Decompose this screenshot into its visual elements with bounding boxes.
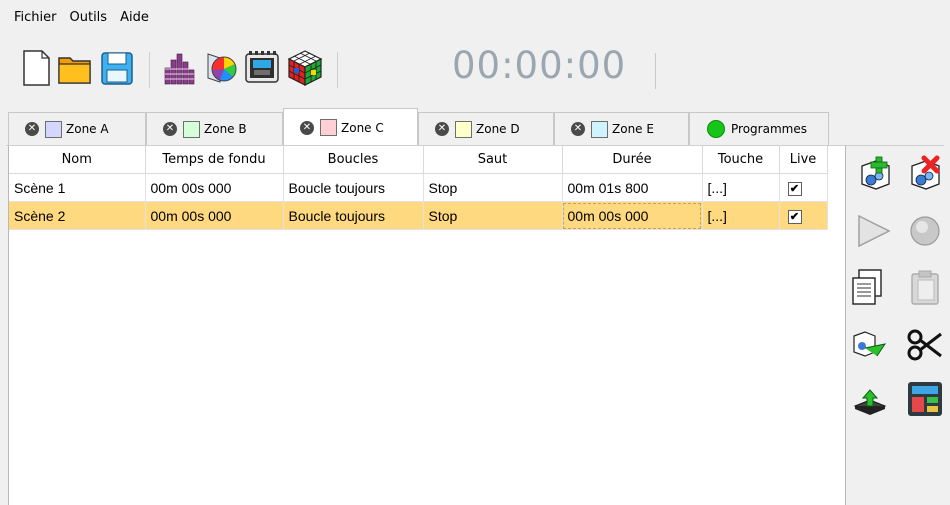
tab-label: Zone A (66, 122, 109, 136)
menu-outils[interactable]: Outils (70, 10, 108, 25)
column-header-nom[interactable]: Nom (9, 146, 146, 174)
device-icon[interactable] (243, 48, 281, 88)
menu-fichier[interactable]: Fichier (14, 10, 57, 25)
zone-color-swatch (455, 120, 472, 138)
tab-zone-b[interactable]: ✕ Zone B (146, 112, 283, 145)
close-tab-icon[interactable]: ✕ (163, 122, 177, 136)
cell-saut[interactable]: Stop (423, 173, 563, 202)
column-header-boucles[interactable]: Boucles (283, 146, 424, 174)
toolbar-separator (337, 52, 338, 88)
status-dot-icon (707, 120, 725, 138)
zone-color-swatch (45, 120, 62, 138)
add-scene-icon[interactable] (856, 154, 894, 192)
cell-fondu[interactable]: 00m 00s 000 (145, 173, 284, 202)
close-tab-icon[interactable]: ✕ (571, 122, 585, 136)
tab-label: Zone B (204, 122, 247, 136)
cut-icon[interactable] (906, 326, 944, 364)
close-tab-icon[interactable]: ✕ (435, 122, 449, 136)
column-header-saut[interactable]: Saut (423, 146, 563, 174)
upload-chip-icon[interactable] (851, 380, 889, 418)
open-folder-icon[interactable] (56, 48, 94, 88)
tab-label: Zone C (341, 120, 384, 135)
tab-zone-d[interactable]: ✕ Zone D (418, 112, 554, 145)
table-row-selected[interactable]: Scène 2 00m 00s 000 Boucle toujours Stop… (9, 201, 828, 230)
cell-live: ✔ (779, 201, 828, 230)
table-row[interactable]: Scène 1 00m 00s 000 Boucle toujours Stop… (9, 173, 828, 202)
toolbar-separator (149, 52, 150, 88)
tab-programmes[interactable]: Programmes (689, 112, 829, 145)
tab-zone-a[interactable]: ✕ Zone A (8, 112, 146, 145)
copy-icon[interactable] (851, 268, 889, 306)
new-file-icon[interactable] (16, 48, 54, 88)
zone-color-swatch (591, 120, 608, 138)
cell-nom[interactable]: Scène 1 (9, 173, 146, 202)
live-checkbox[interactable]: ✔ (787, 182, 802, 196)
column-header-live[interactable]: Live (779, 146, 828, 174)
cell-touche[interactable]: [...] (702, 201, 780, 230)
close-tab-icon[interactable]: ✕ (25, 122, 39, 136)
zone-color-swatch (183, 120, 200, 138)
tab-label: Zone D (476, 122, 520, 136)
cell-boucles[interactable]: Boucle toujours (283, 173, 424, 202)
tab-label: Programmes (731, 122, 807, 136)
tab-zone-c[interactable]: ✕ Zone C (283, 108, 418, 146)
column-header-duree[interactable]: Durée (562, 146, 703, 174)
play-icon[interactable] (856, 212, 894, 250)
color-wheel-icon[interactable] (200, 48, 238, 88)
column-header-fondu[interactable]: Temps de fondu (145, 146, 284, 174)
tab-zone-e[interactable]: ✕ Zone E (554, 112, 689, 145)
timer-display: 00:00:00 (452, 44, 627, 87)
table-header-row: Nom Temps de fondu Boucles Saut Durée To… (9, 146, 828, 174)
scenes-table-panel: Nom Temps de fondu Boucles Saut Durée To… (8, 146, 846, 505)
link-scene-icon[interactable] (851, 326, 889, 364)
layout-icon[interactable] (906, 380, 944, 418)
cell-touche[interactable]: [...] (702, 173, 780, 202)
menu-aide[interactable]: Aide (120, 10, 149, 25)
cell-nom[interactable]: Scène 2 (9, 201, 146, 230)
zone-color-swatch (320, 119, 337, 136)
save-icon[interactable] (98, 48, 136, 88)
close-tab-icon[interactable]: ✕ (300, 120, 314, 135)
paste-icon[interactable] (906, 268, 944, 306)
tab-label: Zone E (612, 122, 654, 136)
toolbar-separator (655, 53, 656, 89)
equalizer-icon[interactable] (160, 48, 198, 88)
live-checkbox[interactable]: ✔ (787, 210, 802, 224)
remove-scene-icon[interactable] (906, 154, 944, 192)
column-header-touche[interactable]: Touche (702, 146, 780, 174)
scenes-table: Nom Temps de fondu Boucles Saut Durée To… (9, 146, 828, 230)
record-icon[interactable] (906, 212, 944, 250)
cell-duree[interactable]: 00m 00s 000 (562, 201, 703, 230)
cell-boucles[interactable]: Boucle toujours (283, 201, 424, 230)
rubik-cube-icon[interactable] (286, 48, 324, 88)
cell-fondu[interactable]: 00m 00s 000 (145, 201, 284, 230)
cell-saut[interactable]: Stop (423, 201, 563, 230)
cell-duree[interactable]: 00m 01s 800 (562, 173, 703, 202)
menu-bar: Fichier Outils Aide (0, 0, 950, 34)
cell-live: ✔ (779, 173, 828, 202)
